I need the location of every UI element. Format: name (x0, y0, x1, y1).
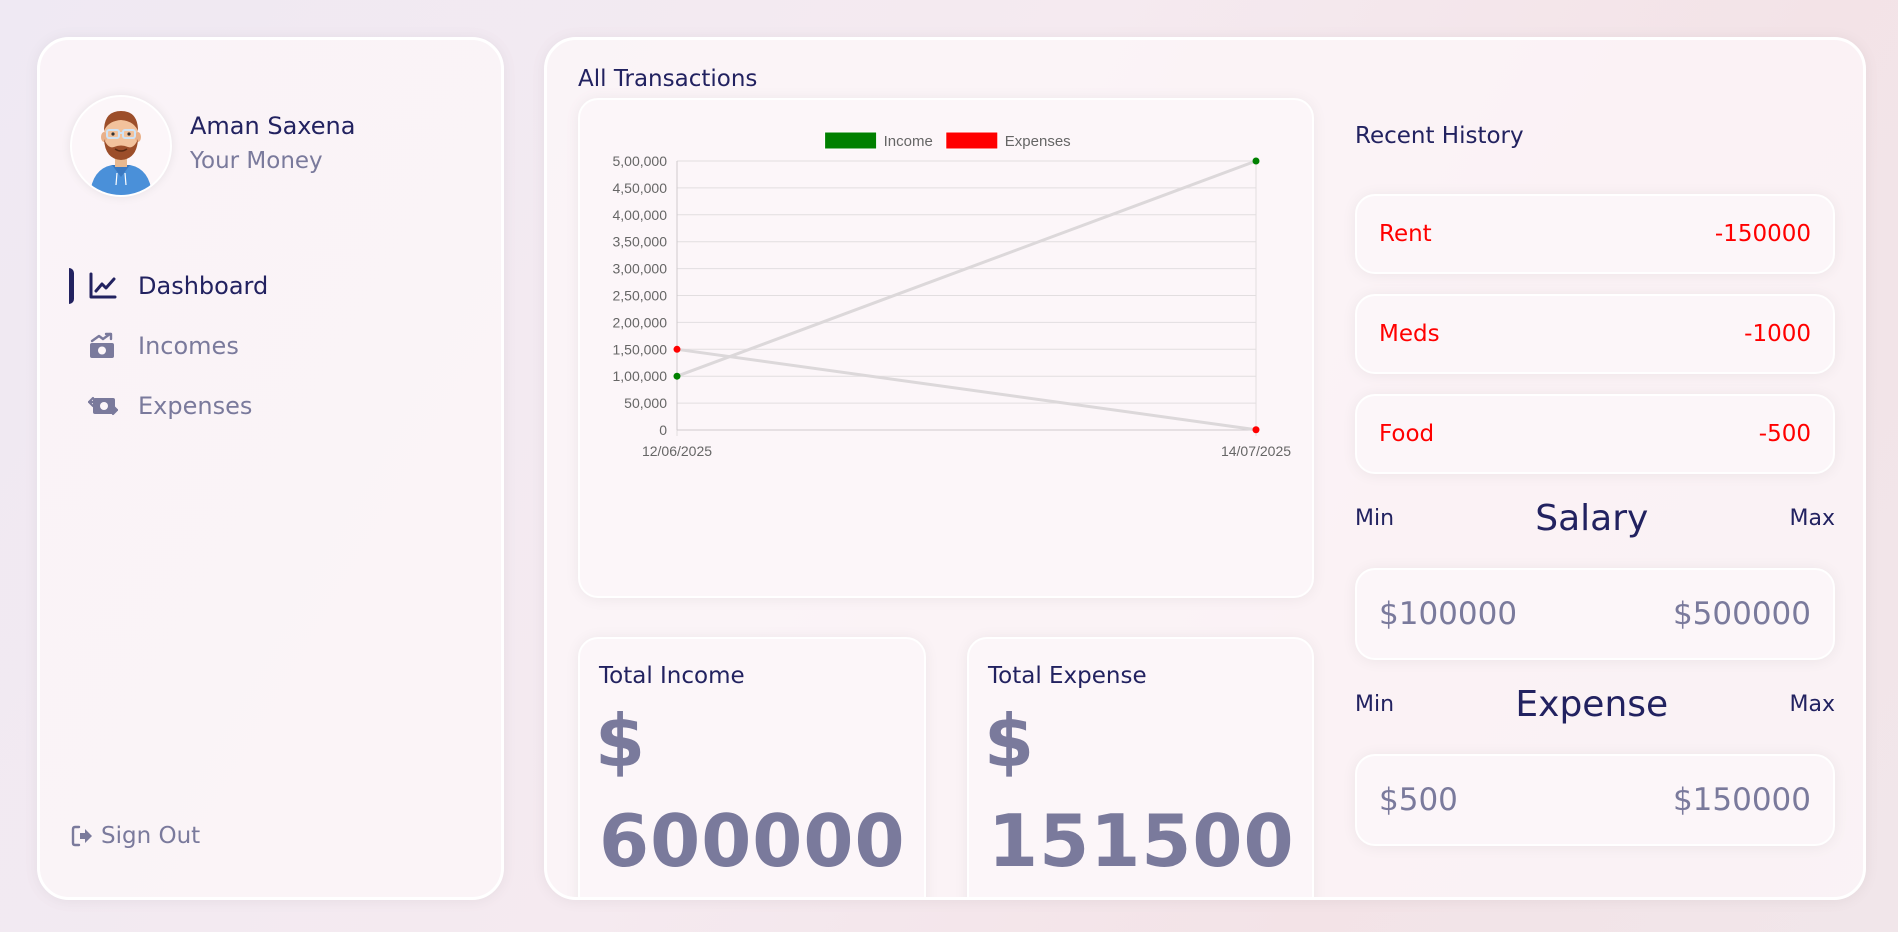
salary-max-value: $500000 (1672, 596, 1811, 632)
nav-label-dashboard: Dashboard (138, 272, 269, 300)
y-tick-label: 5,00,000 (613, 153, 668, 169)
history-item-amount: -500 (1758, 421, 1811, 447)
salary-range: $100000 $500000 (1355, 568, 1835, 660)
chart-legend: Income Expenses (824, 131, 1071, 150)
y-tick-label: 2,00,000 (613, 314, 668, 330)
expense-title: Expense (1515, 684, 1669, 725)
x-tick-label: 14/07/2025 (1221, 443, 1291, 459)
money-bill-transfer-icon (88, 391, 118, 421)
legend-swatch-income (824, 131, 878, 150)
nav-item-incomes[interactable]: Incomes (69, 316, 469, 376)
history-item-amount: -150000 (1714, 221, 1811, 247)
history-item-amount: -1000 (1744, 321, 1811, 347)
total-income-card: Total Income $ 600000 (578, 637, 926, 897)
y-tick-label: 0 (659, 422, 667, 438)
avatar-image (72, 97, 170, 195)
data-point-expenses (1252, 426, 1260, 434)
nav-menu: Dashboard Incomes Expenses (69, 256, 469, 436)
transactions-chart-card: 0 50,000 1,00,000 1,50,000 2,00,000 2,50,000 3… (578, 98, 1314, 598)
history-item-name: Food (1379, 421, 1435, 447)
salary-min-label: Min (1355, 506, 1395, 531)
x-tick-label: 12/06/2025 (642, 443, 712, 459)
expense-max-label: Max (1789, 692, 1835, 717)
total-expense-currency: $ (984, 699, 1035, 783)
total-expense-value: 151500 (988, 799, 1295, 883)
page-title: All Transactions (578, 66, 758, 92)
main-panel: All Transactions 0 50,000 1,00,000 1,50,000… (544, 37, 1866, 900)
expense-max-value: $150000 (1672, 782, 1811, 818)
salary-min-value: $100000 (1379, 596, 1518, 632)
expense-range: $500 $150000 (1355, 754, 1835, 846)
total-income-label: Total Income (599, 663, 745, 689)
avatar (70, 95, 172, 197)
y-tick-label: 1,00,000 (613, 368, 668, 384)
y-tick-label: 3,00,000 (613, 261, 668, 277)
total-expense-card: Total Expense $ 151500 (967, 637, 1314, 897)
sign-out-icon (71, 825, 92, 847)
sign-out-button[interactable]: Sign Out (70, 823, 200, 849)
history-item: Meds -1000 (1355, 294, 1835, 374)
data-point-income (673, 372, 681, 380)
recent-history-title: Recent History (1355, 123, 1524, 149)
nav-item-expenses[interactable]: Expenses (69, 376, 469, 436)
total-income-value: 600000 (599, 799, 906, 883)
chart-grid (676, 160, 1257, 436)
history-item: Rent -150000 (1355, 194, 1835, 274)
y-tick-label: 2,50,000 (613, 288, 668, 304)
data-point-expenses (673, 345, 681, 353)
sidebar: Aman Saxena Your Money Dashboard Incomes… (37, 37, 504, 900)
user-name: Aman Saxena (190, 112, 356, 140)
expense-header: Min Expense Max (1355, 684, 1835, 725)
legend-swatch-expenses (945, 131, 999, 150)
history-item: Food -500 (1355, 394, 1835, 474)
transactions-chart: 0 50,000 1,00,000 1,50,000 2,00,000 2,50,000 3… (613, 131, 1291, 459)
sign-out-label: Sign Out (101, 823, 201, 849)
series-line-expenses (676, 347, 1257, 432)
money-bill-trend-up-icon (88, 331, 118, 361)
legend-label-expenses: Expenses (1005, 133, 1071, 150)
nav-label-incomes: Incomes (138, 332, 239, 360)
chart-line-icon (88, 271, 118, 301)
salary-max-label: Max (1789, 506, 1835, 531)
salary-title: Salary (1535, 498, 1649, 539)
history-item-name: Meds (1379, 321, 1440, 347)
y-tick-label: 4,00,000 (613, 207, 668, 223)
data-point-income (1252, 157, 1260, 165)
y-tick-label: 3,50,000 (613, 234, 668, 250)
expense-min-label: Min (1355, 692, 1395, 717)
chart-y-ticks: 0 50,000 1,00,000 1,50,000 2,00,000 2,50,000 3… (613, 153, 668, 438)
salary-header: Min Salary Max (1355, 498, 1835, 539)
total-income-currency: $ (595, 699, 646, 783)
y-tick-label: 50,000 (624, 395, 667, 411)
chart-x-ticks: 12/06/2025 14/07/2025 (642, 443, 1291, 459)
nav-label-expenses: Expenses (138, 392, 253, 420)
y-tick-label: 4,50,000 (613, 180, 668, 196)
expense-min-value: $500 (1379, 782, 1458, 818)
y-tick-label: 1,50,000 (613, 341, 668, 357)
user-subtitle: Your Money (190, 148, 323, 174)
legend-label-income: Income (884, 133, 933, 150)
history-item-name: Rent (1379, 221, 1432, 247)
total-expense-label: Total Expense (988, 663, 1147, 689)
nav-item-dashboard[interactable]: Dashboard (69, 256, 469, 316)
